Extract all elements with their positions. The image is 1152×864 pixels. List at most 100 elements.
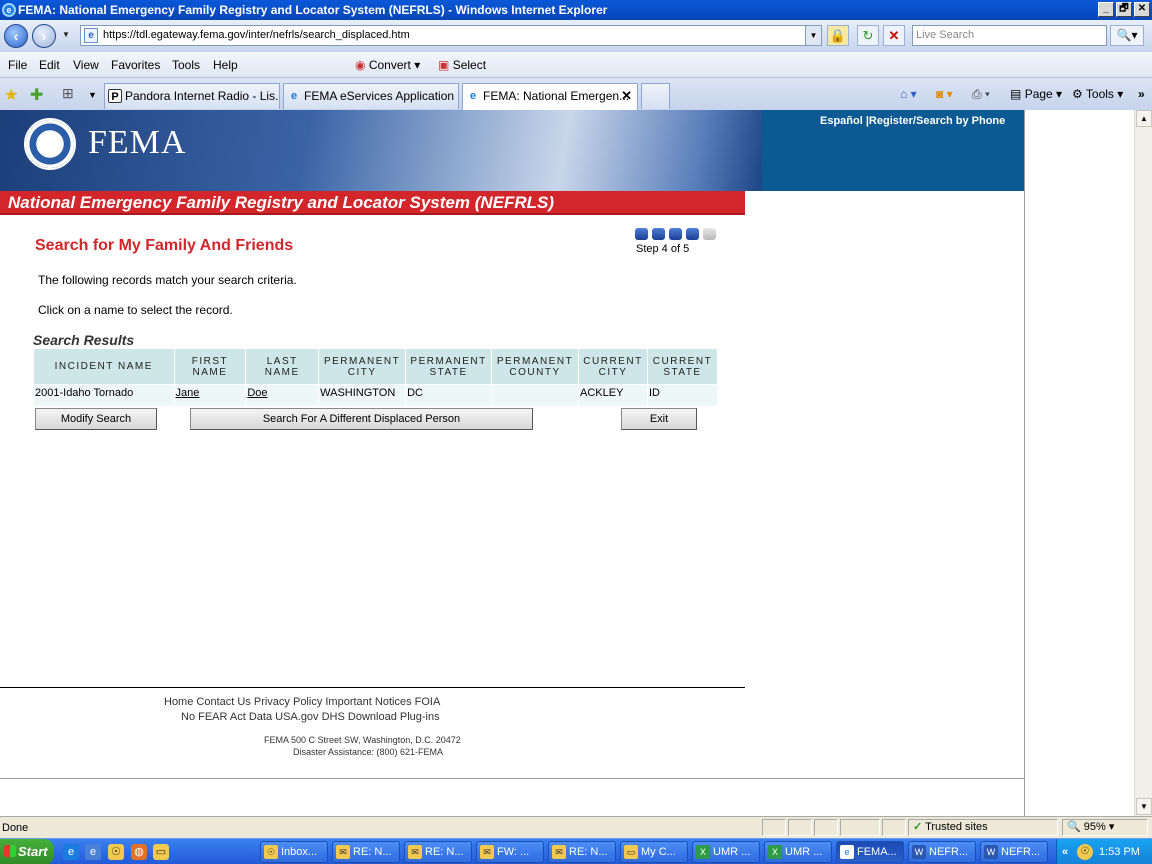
taskbar-item-nefr-1[interactable]: W NEFR... (908, 841, 976, 863)
forward-button[interactable]: › (32, 24, 56, 48)
close-tab-icon[interactable]: ✕ (621, 84, 632, 108)
taskbar-item-label: RE: N... (353, 846, 392, 858)
security-zone[interactable]: ✓ Trusted sites (908, 819, 1058, 836)
taskbar-item-umr-1[interactable]: X UMR ... (692, 841, 760, 863)
favorites-star-icon[interactable]: ★ (4, 85, 18, 105)
browser-quicklaunch-icon[interactable]: e (85, 844, 101, 860)
tools-menu[interactable]: ⚙ Tools ▾ (1072, 87, 1123, 101)
taskbar-item-inbox[interactable]: ☉ Inbox... (260, 841, 328, 863)
tab-bar: ★ ✚ ⊞ ▼ P Pandora Internet Radio - Lis..… (0, 78, 1152, 110)
taskbar-item-re-2[interactable]: ✉ RE: N... (404, 841, 472, 863)
page-icon: ▤ (1010, 87, 1022, 101)
menu-view[interactable]: View (73, 58, 99, 72)
ie-quicklaunch-icon[interactable]: e (63, 844, 79, 860)
history-dropdown-icon[interactable]: ▼ (62, 30, 70, 39)
search-different-person-button[interactable]: Search For A Different Displaced Person (190, 408, 533, 430)
scroll-up-icon[interactable]: ▲ (1136, 110, 1152, 127)
select-menu[interactable]: ▣ Select (438, 58, 486, 72)
stop-icon[interactable]: ✕ (883, 25, 905, 46)
start-button[interactable]: Start (0, 839, 54, 864)
menu-file[interactable]: File (8, 58, 27, 72)
zone-label: Trusted sites (925, 821, 988, 833)
print-icon[interactable]: ⎙ ▾ (972, 87, 990, 102)
pandora-icon: P (108, 89, 122, 103)
folder-quicklaunch-icon[interactable]: ▭ (153, 844, 169, 860)
step-indicator-4 (686, 228, 699, 240)
footer-phone: Disaster Assistance: (800) 621-FEMA (293, 747, 444, 757)
table-row: 2001-Idaho Tornado Jane Doe WASHINGTON D… (33, 384, 719, 407)
feeds-icon[interactable]: ◙ ▾ (936, 87, 953, 101)
page-menu[interactable]: ▤ Page ▾ (1010, 87, 1062, 101)
cell-permanent-state: DC (405, 384, 493, 407)
zoom-control[interactable]: 🔍 95% ▾ (1062, 819, 1148, 836)
home-icon[interactable]: ⌂ ▾ (900, 87, 917, 101)
tab-fema-nefrls[interactable]: e FEMA: National Emergen... ✕ (462, 83, 638, 110)
footer-links-primary[interactable]: Home Contact Us Privacy Policy Important… (164, 696, 440, 708)
first-name-link[interactable]: Jane (176, 387, 200, 399)
outlook-quicklaunch-icon[interactable]: ☉ (108, 844, 124, 860)
cell-permanent-county (491, 384, 580, 407)
scroll-down-icon[interactable]: ▼ (1136, 798, 1152, 815)
step-indicator-3 (669, 228, 682, 240)
refresh-icon[interactable]: ↻ (857, 25, 879, 46)
add-favorite-icon[interactable]: ✚ (30, 85, 43, 105)
minimize-button[interactable]: _ (1098, 2, 1114, 17)
menu-edit[interactable]: Edit (39, 58, 60, 72)
windows-flag-icon (4, 845, 16, 857)
taskbar-item-re-1[interactable]: ✉ RE: N... (332, 841, 400, 863)
close-window-button[interactable]: ✕ (1134, 2, 1150, 17)
exit-button[interactable]: Exit (621, 408, 697, 430)
taskbar-item-fema[interactable]: e FEMA... (836, 841, 904, 863)
lock-icon[interactable]: 🔒 (827, 25, 849, 46)
address-url: https://tdl.egateway.fema.gov/inter/nefr… (103, 29, 410, 41)
tab-fema-eservices[interactable]: e FEMA eServices Application ... (283, 83, 459, 109)
modify-search-button[interactable]: Modify Search (35, 408, 157, 430)
search-input[interactable]: Live Search (912, 25, 1107, 46)
status-cell (788, 819, 812, 836)
taskbar-item-nefr-2[interactable]: W NEFR... (980, 841, 1048, 863)
convert-label: Convert (368, 58, 411, 72)
col-current-state: CURRENT STATE (646, 348, 719, 385)
maximize-button[interactable]: 🗗 (1116, 2, 1132, 17)
select-label: Select (452, 58, 487, 72)
mail-icon: ✉ (336, 845, 350, 859)
search-go-icon[interactable]: 🔍▾ (1110, 25, 1144, 46)
dhs-seal-icon (24, 118, 76, 170)
menu-tools[interactable]: Tools (172, 58, 200, 72)
taskbar-item-re-3[interactable]: ✉ RE: N... (548, 841, 616, 863)
cell-permanent-city: WASHINGTON (318, 384, 407, 407)
convert-menu[interactable]: ◉ Convert ▾ (355, 58, 420, 72)
menu-help[interactable]: Help (213, 58, 238, 72)
footer-links-secondary[interactable]: No FEAR Act Data USA.gov DHS Download Pl… (181, 711, 440, 723)
top-links[interactable]: Español |Register/Search by Phone (820, 115, 1005, 127)
firefox-quicklaunch-icon[interactable]: ◍ (131, 844, 147, 860)
word-icon: W (984, 845, 998, 859)
taskbar-item-label: FW: ... (497, 846, 530, 858)
taskbar-item-fw[interactable]: ✉ FW: ... (476, 841, 544, 863)
status-cell (762, 819, 786, 836)
tab-list-dropdown-icon[interactable]: ▼ (88, 90, 97, 100)
vertical-scrollbar[interactable]: ▲ ▼ (1134, 110, 1152, 816)
quick-tabs-icon[interactable]: ⊞ (62, 85, 74, 102)
tab-pandora[interactable]: P Pandora Internet Radio - Lis... (104, 83, 280, 109)
back-button[interactable]: ‹ (4, 24, 28, 48)
tray-expand-icon[interactable]: « (1062, 839, 1068, 864)
address-bar[interactable]: e https://tdl.egateway.fema.gov/inter/ne… (80, 25, 822, 46)
taskbar-item-my-computer[interactable]: ▭ My C... (620, 841, 688, 863)
step-indicator-1 (635, 228, 648, 240)
right-margin (1024, 110, 1134, 816)
last-name-link[interactable]: Doe (247, 387, 267, 399)
taskbar-item-umr-2[interactable]: X UMR ... (764, 841, 832, 863)
excel-icon: X (768, 845, 782, 859)
tray-app-icon[interactable]: ☉ (1077, 844, 1093, 860)
clock: 1:53 PM (1099, 846, 1140, 858)
chevron-more-icon[interactable]: » (1138, 87, 1145, 101)
menu-favorites[interactable]: Favorites (111, 58, 160, 72)
select-icon: ▣ (438, 58, 450, 72)
new-tab-button[interactable] (641, 83, 670, 109)
address-dropdown-icon[interactable]: ▼ (805, 26, 821, 45)
gear-icon: ⚙ (1072, 87, 1083, 101)
checkmark-icon: ✓ (913, 821, 923, 833)
outlook-icon: ☉ (264, 845, 278, 859)
page-icon: e (84, 28, 98, 43)
